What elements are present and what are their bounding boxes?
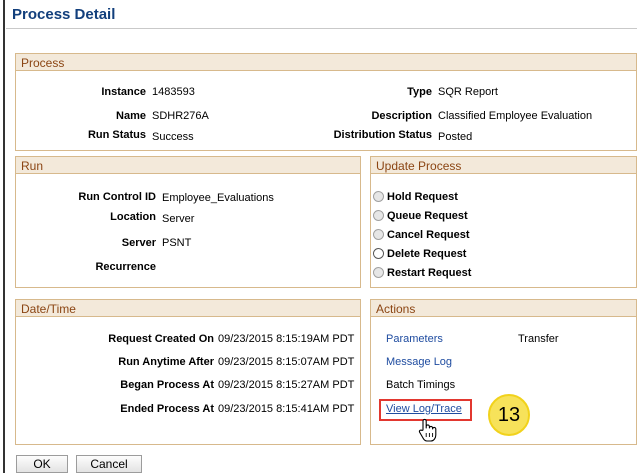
actions-section-header: Actions [370,299,637,317]
run-control-id-label: Run Control ID [78,191,156,203]
distribution-status-label: Distribution Status [333,129,432,141]
type-label: Type [407,86,432,98]
instance-label: Instance [101,86,146,98]
hold-request-label: Hold Request [387,191,458,203]
request-created-label: Request Created On [108,333,214,345]
restart-request-radio[interactable] [373,267,384,278]
cancel-request-radio[interactable] [373,229,384,240]
update-process-section-header: Update Process [370,156,637,174]
hold-request-radio[interactable] [373,191,384,202]
began-process-value: 09/23/2015 8:15:27AM PDT [218,379,355,391]
delete-request-label: Delete Request [387,248,467,260]
run-section-header: Run [15,156,361,174]
process-section-header: Process [15,53,637,71]
queue-request-radio[interactable] [373,210,384,221]
type-value: SQR Report [438,86,498,98]
batch-timings-label: Batch Timings [386,379,456,391]
request-created-value: 09/23/2015 8:15:19AM PDT [218,333,355,345]
step-callout-badge: 13 [488,394,530,436]
location-value: Server [162,213,195,225]
ok-button[interactable]: OK [16,455,68,473]
queue-request-option[interactable]: Queue Request [373,208,468,224]
cancel-request-label: Cancel Request [387,229,470,241]
server-value: PSNT [162,237,192,249]
run-control-id-value: Employee_Evaluations [162,192,274,204]
delete-request-option[interactable]: Delete Request [373,246,466,262]
ended-process-label: Ended Process At [120,403,214,415]
recurrence-label: Recurrence [95,261,156,273]
parameters-link[interactable]: Parameters [386,333,443,345]
run-status-value: Success [152,131,194,143]
restart-request-option[interactable]: Restart Request [373,265,471,281]
delete-request-radio[interactable] [373,248,384,259]
title-divider [6,28,637,29]
page-title: Process Detail [12,6,116,23]
ended-process-value: 09/23/2015 8:15:41AM PDT [218,403,355,415]
hold-request-option[interactable]: Hold Request [373,189,458,205]
run-status-label: Run Status [87,129,146,141]
name-value: SDHR276A [152,110,209,122]
cancel-button[interactable]: Cancel [76,455,142,473]
name-label: Name [116,110,146,122]
restart-request-label: Restart Request [387,267,472,279]
hand-cursor-icon [418,418,437,442]
queue-request-label: Queue Request [387,210,468,222]
description-value: Classified Employee Evaluation [438,110,593,122]
run-anytime-label: Run Anytime After [118,356,214,368]
instance-value: 1483593 [152,86,195,98]
run-anytime-value: 09/23/2015 8:15:07AM PDT [218,356,355,368]
began-process-label: Began Process At [120,379,214,391]
location-label: Location [110,211,156,223]
distribution-status-value: Posted [438,131,473,143]
view-log-trace-link[interactable]: View Log/Trace [386,403,462,415]
datetime-section-header: Date/Time [15,299,361,317]
transfer-label: Transfer [518,333,559,345]
description-label: Description [371,110,432,122]
cancel-request-option[interactable]: Cancel Request [373,227,470,243]
server-label: Server [121,237,156,249]
message-log-link[interactable]: Message Log [386,356,452,368]
